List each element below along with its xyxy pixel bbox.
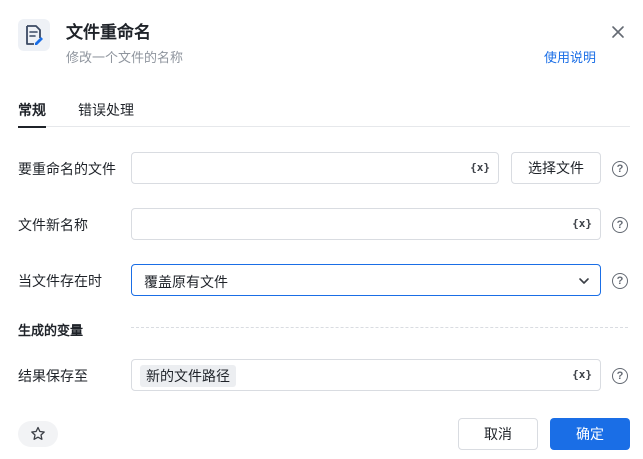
favorite-button[interactable] — [18, 421, 58, 447]
help-circle-icon[interactable]: ? — [612, 368, 628, 384]
when-exists-select[interactable]: 覆盖原有文件 — [131, 264, 601, 296]
file-edit-icon — [18, 19, 50, 51]
variable-icon[interactable]: {x} — [572, 368, 592, 381]
new-name-label: 文件新名称 — [18, 217, 88, 233]
help-circle-icon[interactable]: ? — [612, 273, 628, 289]
dialog-title: 文件重命名 — [66, 23, 151, 42]
file-to-rename-label: 要重命名的文件 — [18, 161, 116, 177]
section-divider — [131, 327, 628, 328]
when-exists-label: 当文件存在时 — [18, 273, 102, 289]
when-exists-selected-value: 覆盖原有文件 — [144, 274, 228, 290]
chevron-down-icon[interactable] — [577, 274, 591, 288]
help-circle-icon[interactable]: ? — [612, 161, 628, 177]
save-result-label: 结果保存至 — [18, 368, 88, 384]
tab-bar: 常规 错误处理 — [18, 100, 630, 128]
variable-icon[interactable]: {x} — [572, 217, 592, 230]
help-link[interactable]: 使用说明 — [544, 47, 596, 66]
variable-icon[interactable]: {x} — [470, 161, 490, 174]
tab-general[interactable]: 常规 — [18, 100, 46, 128]
confirm-button[interactable]: 确定 — [550, 418, 630, 450]
new-name-input[interactable]: {x} — [131, 208, 601, 240]
save-result-input[interactable]: 新的文件路径 {x} — [131, 359, 601, 391]
cancel-button[interactable]: 取消 — [458, 418, 538, 450]
dialog-subtitle: 修改一个文件的名称 — [66, 50, 184, 65]
generated-variables-heading: 生成的变量 — [18, 323, 84, 338]
help-circle-icon[interactable]: ? — [612, 217, 628, 233]
file-to-rename-input[interactable]: {x} — [131, 152, 499, 184]
close-icon[interactable] — [608, 22, 628, 42]
star-icon — [31, 426, 45, 440]
tab-error-handling[interactable]: 错误处理 — [78, 100, 134, 127]
choose-file-button[interactable]: 选择文件 — [511, 152, 601, 184]
variable-chip[interactable]: 新的文件路径 — [140, 365, 236, 387]
